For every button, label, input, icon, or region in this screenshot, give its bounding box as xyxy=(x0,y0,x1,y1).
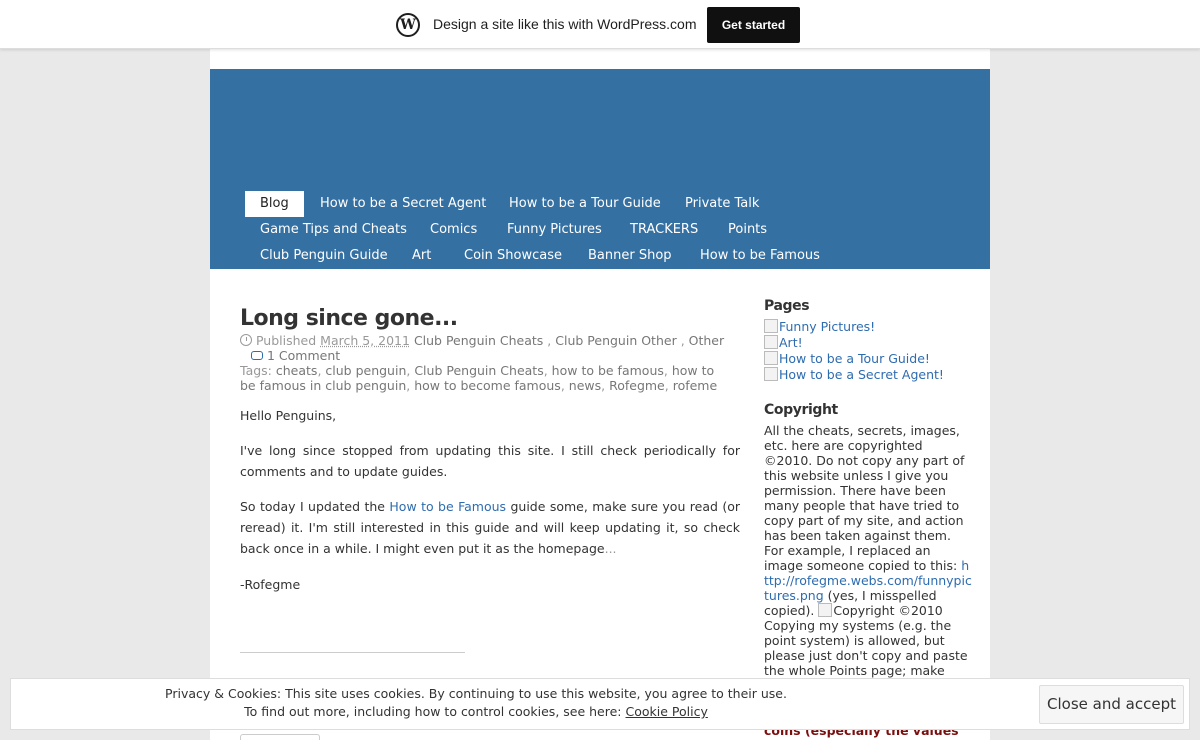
post-greeting: Hello Penguins, xyxy=(240,408,337,423)
nav-item-tour-guide[interactable]: How to be a Tour Guide xyxy=(494,191,676,217)
wordpress-promo-text: Design a site like this with WordPress.c… xyxy=(433,16,697,32)
nav-item-art[interactable]: Art xyxy=(397,243,446,269)
copyright-widget-title: Copyright xyxy=(764,402,838,418)
cookie-policy-link[interactable]: Cookie Policy xyxy=(626,704,708,719)
cookie-line-2: To find out more, including how to contr… xyxy=(244,704,708,719)
tag-link[interactable]: club penguin xyxy=(325,363,406,378)
cookie-line-1: Privacy & Cookies: This site uses cookie… xyxy=(165,686,787,701)
comment-bubble-icon xyxy=(251,351,263,360)
tag-link[interactable]: cheats xyxy=(276,363,318,378)
clock-icon xyxy=(240,334,252,346)
broken-image-icon xyxy=(818,603,833,617)
wordpress-promo-bar: W Design a site like this with WordPress… xyxy=(0,0,1200,49)
category-link[interactable]: Club Penguin Other xyxy=(555,333,676,348)
nav-item-game-tips[interactable]: Game Tips and Cheats xyxy=(245,217,422,243)
post-divider xyxy=(240,652,465,653)
broken-image-icon xyxy=(764,319,778,333)
copyright-image-alt: Copyright ©2010 xyxy=(833,603,943,618)
page-container: Blog How to be a Secret Agent How to be … xyxy=(210,49,990,740)
category-link[interactable]: Club Penguin Cheats xyxy=(414,333,543,348)
get-started-button[interactable]: Get started xyxy=(707,7,800,43)
nav-item-trackers[interactable]: TRACKERS xyxy=(615,217,713,243)
tag-link[interactable]: how to be famous xyxy=(552,363,664,378)
post-tags: Tags: cheats, club penguin, Club Penguin… xyxy=(240,363,718,393)
post-paragraph: I've long since stopped from updating th… xyxy=(240,443,740,479)
comments-link[interactable]: 1 Comment xyxy=(267,348,340,363)
nav-item-coin-showcase[interactable]: Coin Showcase xyxy=(449,243,577,269)
category-link[interactable]: Other xyxy=(689,333,725,348)
broken-image-icon xyxy=(764,367,778,381)
sidebar-page-art[interactable]: Art! xyxy=(764,335,803,351)
copyright-text: All the cheats, secrets, images, etc. he… xyxy=(764,423,972,678)
comments-row: 1 Comment xyxy=(251,348,340,363)
nav-item-secret-agent[interactable]: How to be a Secret Agent xyxy=(305,191,501,217)
post-meta: Published March 5, 2011 Club Penguin Che… xyxy=(240,333,740,348)
published-label: Published xyxy=(255,333,317,348)
post-title[interactable]: Long since gone... xyxy=(240,306,458,331)
post-paragraph: So today I updated the How to be Famous … xyxy=(240,499,741,556)
wordpress-logo-icon[interactable]: W xyxy=(396,13,420,37)
post-date[interactable]: March 5, 2011 xyxy=(320,333,410,348)
nav-item-points[interactable]: Points xyxy=(713,217,782,243)
nav-item-how-to-be-famous[interactable]: How to be Famous xyxy=(685,243,835,269)
sidebar-page-secret-agent[interactable]: How to be a Secret Agent! xyxy=(764,367,944,383)
how-to-be-famous-link[interactable]: How to be Famous xyxy=(389,499,506,514)
post-signoff: -Rofegme xyxy=(240,577,301,592)
tag-link[interactable]: Rofegme xyxy=(609,378,665,393)
nav-item-club-penguin-guide[interactable]: Club Penguin Guide xyxy=(245,243,403,269)
close-and-accept-button[interactable]: Close and accept xyxy=(1039,685,1184,724)
tag-link[interactable]: Club Penguin Cheats xyxy=(414,363,543,378)
read-more-link[interactable]: ... xyxy=(605,541,617,556)
nav-item-comics[interactable]: Comics xyxy=(415,217,492,243)
sidebar-page-tour-guide[interactable]: How to be a Tour Guide! xyxy=(764,351,930,367)
tags-label: Tags: xyxy=(240,363,272,378)
nav-item-banner-shop[interactable]: Banner Shop xyxy=(573,243,687,269)
tag-link[interactable]: rofeme xyxy=(673,378,717,393)
cookie-text: Privacy & Cookies: This site uses cookie… xyxy=(11,685,941,721)
nav-item-blog[interactable]: Blog xyxy=(245,191,304,217)
sidebar-page-funny-pictures[interactable]: Funny Pictures! xyxy=(764,319,875,335)
tag-link[interactable]: news xyxy=(569,378,601,393)
pages-widget-title: Pages xyxy=(764,298,810,314)
nav-item-funny-pictures[interactable]: Funny Pictures xyxy=(492,217,617,243)
partial-button[interactable] xyxy=(240,734,320,740)
site-header: Blog How to be a Secret Agent How to be … xyxy=(210,69,990,269)
cookie-banner: Privacy & Cookies: This site uses cookie… xyxy=(10,678,1190,730)
tag-link[interactable]: how to become famous xyxy=(414,378,561,393)
nav-item-private-talk[interactable]: Private Talk xyxy=(670,191,774,217)
broken-image-icon xyxy=(764,351,778,365)
broken-image-icon xyxy=(764,335,778,349)
